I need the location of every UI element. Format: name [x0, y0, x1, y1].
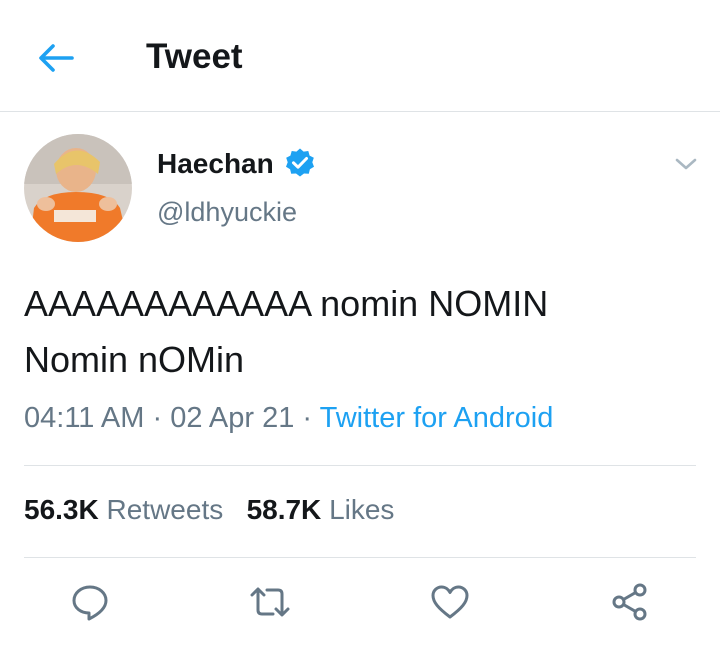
more-options-button[interactable]	[670, 148, 702, 180]
retweets-count: 56.3K	[24, 494, 99, 525]
page-title: Tweet	[146, 37, 243, 76]
share-button[interactable]	[608, 580, 652, 624]
arrow-left-icon	[39, 44, 74, 72]
tweet-text: AAAAAAAAAAAA nomin NOMIN Nomin nOMin	[24, 283, 549, 380]
meta-separator: ·	[302, 402, 313, 434]
reply-button[interactable]	[68, 580, 112, 624]
retweets-stat[interactable]: 56.3K Retweets	[24, 494, 223, 525]
tweet-source-link[interactable]: Twitter for Android	[320, 402, 554, 434]
likes-stat[interactable]: 58.7K Likes	[247, 494, 395, 525]
tweet-time: 04:11 AM	[24, 402, 145, 434]
top-bar: Tweet	[0, 0, 720, 112]
reply-icon	[72, 585, 108, 621]
tweet-meta: 04:11 AM · 02 Apr 21 · Twitter for Andro…	[24, 402, 553, 435]
share-icon	[612, 583, 647, 621]
divider	[24, 465, 696, 466]
retweets-label: Retweets	[106, 494, 224, 525]
retweet-icon	[250, 587, 290, 617]
avatar[interactable]	[24, 134, 132, 242]
back-button[interactable]	[34, 38, 78, 78]
author-handle[interactable]: @ldhyuckie	[157, 197, 297, 228]
meta-separator: ·	[152, 402, 163, 434]
like-button[interactable]	[428, 580, 472, 624]
author-name[interactable]: Haechan	[157, 148, 274, 180]
like-icon	[431, 585, 469, 619]
avatar-image	[24, 134, 132, 242]
tweet-date: 02 Apr 21	[170, 402, 295, 434]
likes-count: 58.7K	[246, 494, 322, 525]
verified-badge-icon	[284, 147, 316, 179]
chevron-down-icon	[675, 158, 697, 170]
retweet-button[interactable]	[248, 580, 292, 624]
tweet-stats: 56.3K Retweets 58.7K Likes	[24, 494, 394, 526]
divider	[24, 557, 696, 558]
likes-label: Likes	[329, 494, 395, 525]
